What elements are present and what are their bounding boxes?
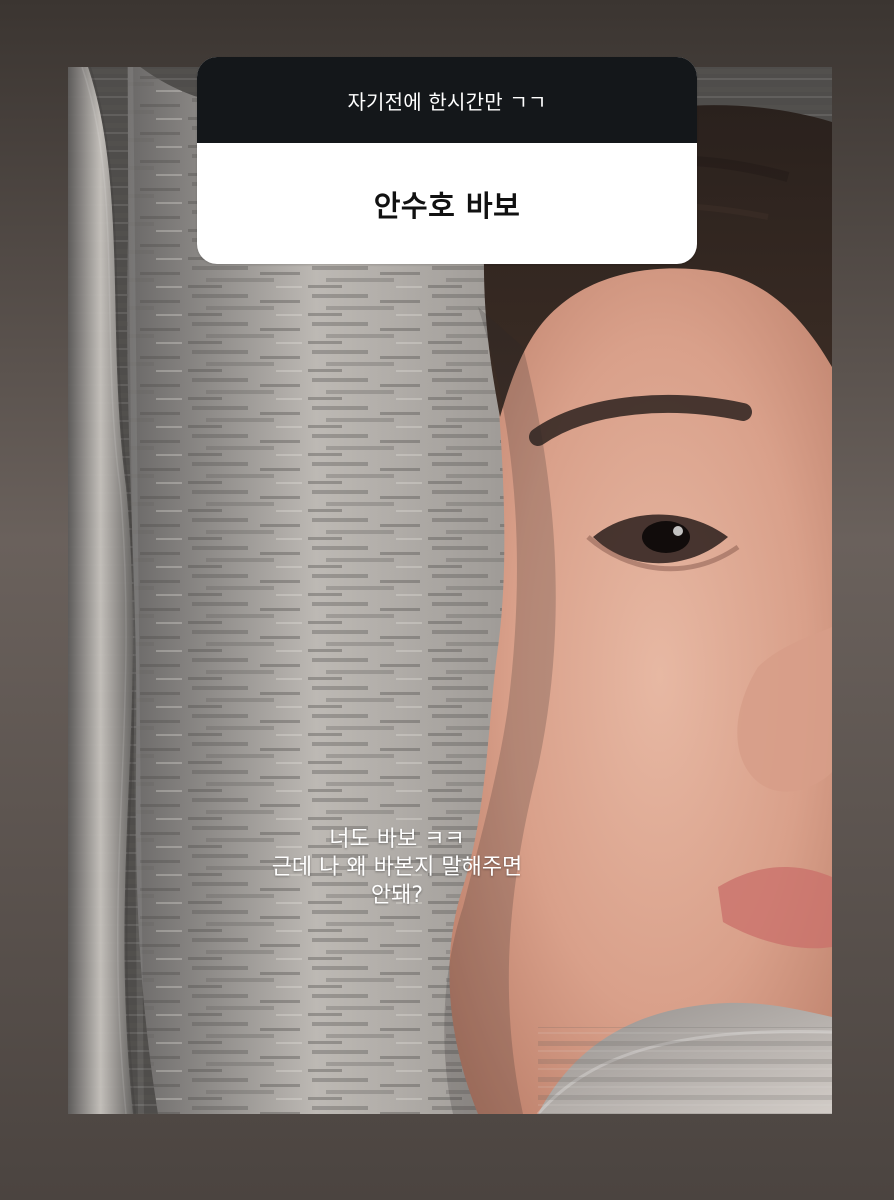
reply-line-2: 근데 나 왜 바본지 말해주면: [271, 855, 523, 880]
question-answer-text: 안수호 바보: [373, 188, 521, 223]
reply-line-3: 안돼?: [370, 883, 424, 908]
reply-caption: 너도 바보 ㅋㅋ 근데 나 왜 바본지 말해주면 안돼?: [242, 826, 552, 910]
question-sticker: 자기전에 한시간만 ㄱㄱ 안수호 바보: [197, 57, 697, 264]
question-header-text: 자기전에 한시간만 ㄱㄱ: [347, 89, 547, 114]
reply-line-1: 너도 바보 ㅋㅋ: [329, 827, 465, 852]
question-answer: 안수호 바보: [197, 143, 697, 264]
question-header: 자기전에 한시간만 ㄱㄱ: [197, 57, 697, 143]
